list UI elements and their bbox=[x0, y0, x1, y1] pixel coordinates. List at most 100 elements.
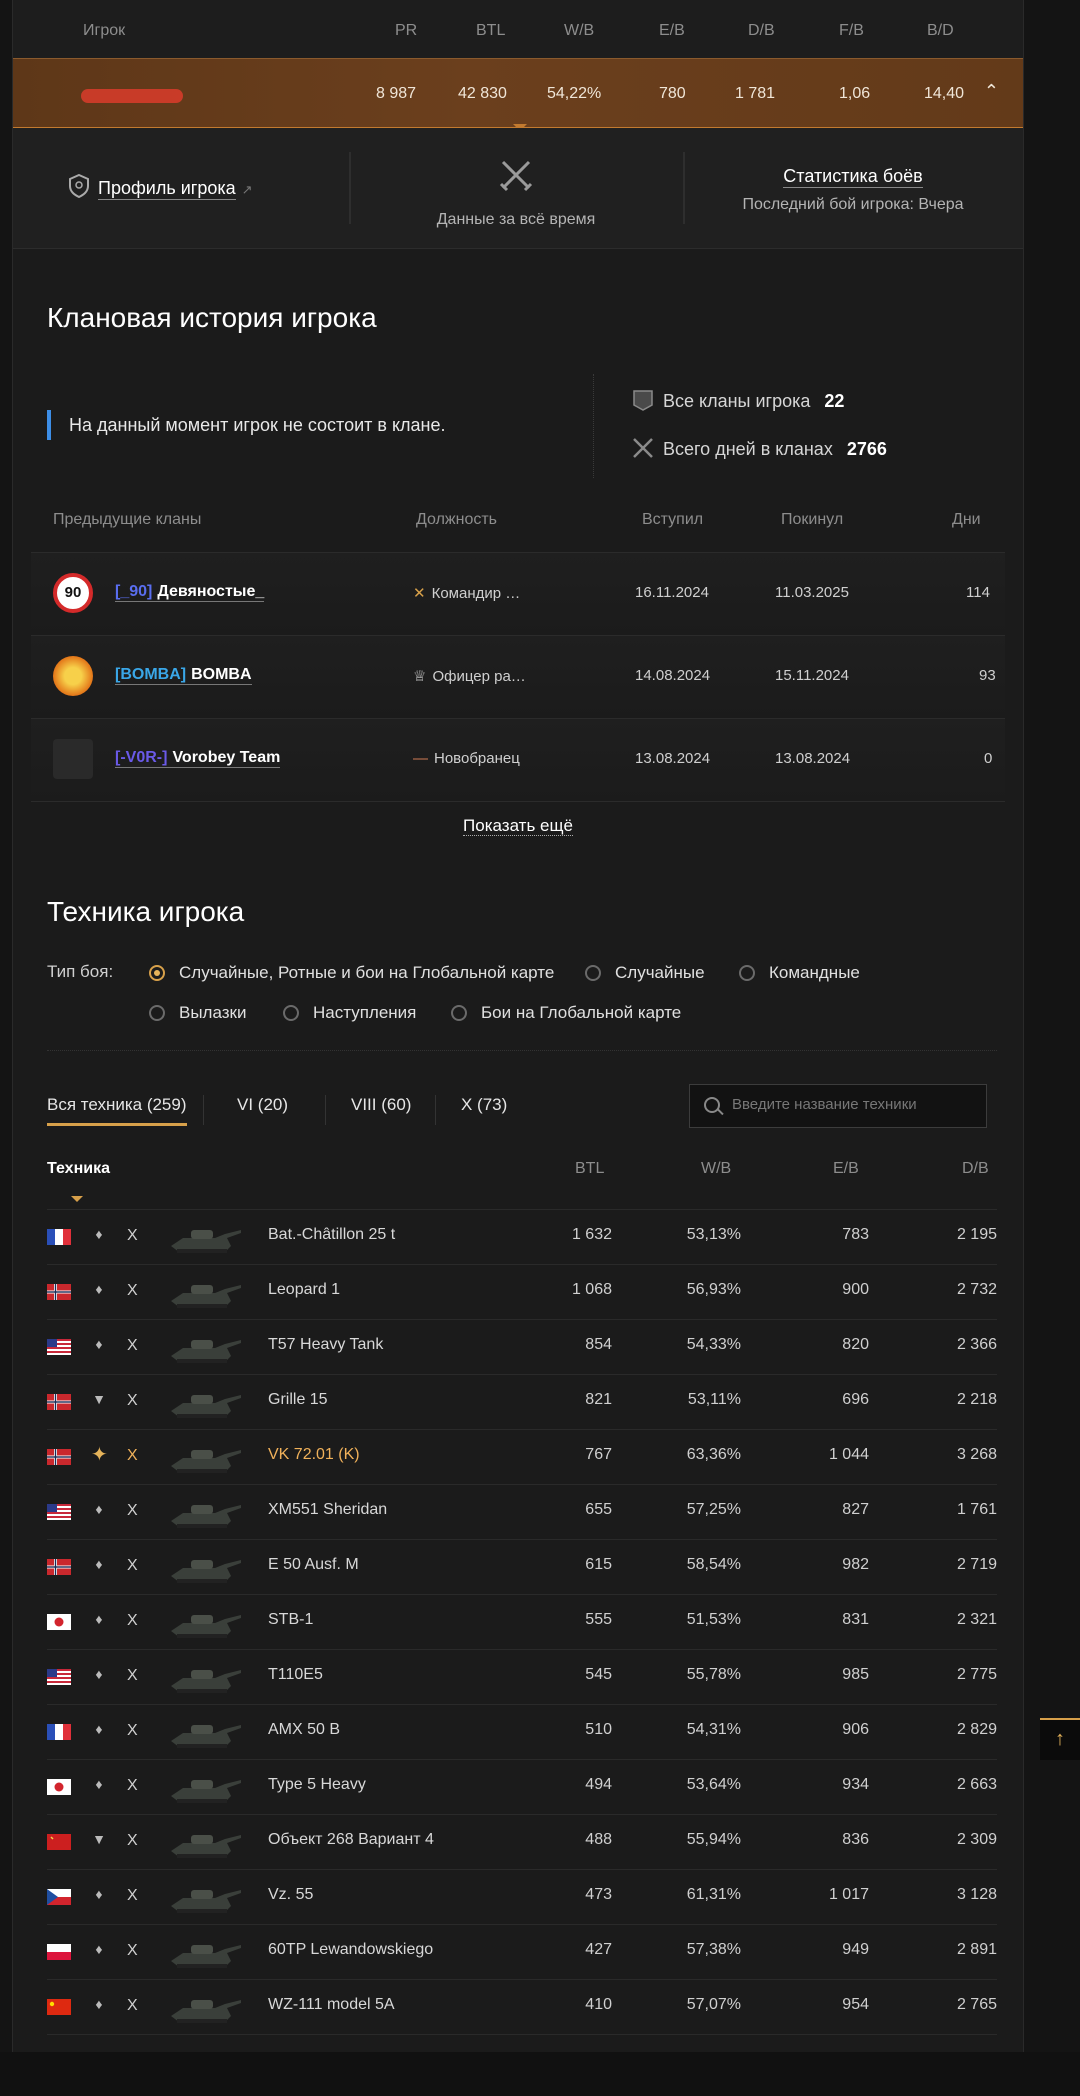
vehicle-name[interactable]: E 50 Ausf. M bbox=[268, 1556, 359, 1574]
tank-image bbox=[171, 1505, 241, 1528]
vehicle-search[interactable] bbox=[689, 1084, 987, 1128]
vehicle-name[interactable]: Grille 15 bbox=[268, 1391, 328, 1409]
vehicle-row[interactable]: ♦ X T57 Heavy Tank 854 54,33% 820 2 366 bbox=[47, 1319, 997, 1374]
col-pr[interactable]: PR bbox=[395, 22, 417, 40]
vehicle-class-icon: ♦ bbox=[95, 1721, 103, 1737]
vehicle-eb: 696 bbox=[842, 1391, 869, 1408]
col-days: Дни bbox=[952, 511, 981, 528]
vehicle-row[interactable]: ♦ X Leopard 1 1 068 56,93% 900 2 732 bbox=[47, 1264, 997, 1319]
nation-flag-icon bbox=[47, 1779, 71, 1795]
vehicle-db: 2 218 bbox=[956, 1391, 997, 1408]
vehicle-eb: 934 bbox=[842, 1776, 869, 1793]
radio-offensives[interactable]: Наступления bbox=[283, 1003, 416, 1023]
vehicle-row[interactable]: ♦ X STB-1 555 51,53% 831 2 321 bbox=[47, 1594, 997, 1649]
col-left: Покинул bbox=[781, 511, 844, 528]
show-more-button[interactable]: Показать ещё bbox=[13, 816, 1023, 836]
clan-name-link[interactable]: [BOMBA] BOMBA bbox=[115, 666, 252, 685]
tab-all-vehicles[interactable]: Вся техника (259) bbox=[47, 1095, 187, 1126]
vehicle-row[interactable]: ♦ X AMX 50 B 510 54,31% 906 2 829 bbox=[47, 1704, 997, 1759]
tank-image bbox=[171, 1890, 241, 1913]
profile-link-label[interactable]: Профиль игрока bbox=[98, 178, 236, 200]
radio-random[interactable]: Случайные bbox=[585, 963, 705, 983]
vehicle-class-icon: ♦ bbox=[95, 1666, 103, 1682]
vehicle-tier: X bbox=[127, 1227, 138, 1244]
vehicle-row[interactable]: ♦ X XM551 Sheridan 655 57,25% 827 1 761 bbox=[47, 1484, 997, 1539]
clan-row[interactable]: [BOMBA] BOMBA ♕ Офицер ра… 14.08.2024 15.1… bbox=[31, 635, 1005, 718]
vehicle-name[interactable]: VK 72.01 (K) bbox=[268, 1446, 360, 1464]
days-value: 93 bbox=[979, 667, 996, 684]
vehicle-name[interactable]: Bat.-Châtillon 25 t bbox=[268, 1226, 395, 1244]
vehicle-row[interactable]: ♦ X T110E5 545 55,78% 985 2 775 bbox=[47, 1649, 997, 1704]
col-db[interactable]: D/B bbox=[748, 22, 775, 40]
scroll-to-top-button[interactable]: ↑ bbox=[1040, 1718, 1080, 1760]
left-date: 11.03.2025 bbox=[775, 584, 849, 601]
player-info-bar: Профиль игрока ↗ Данные за всё время Стат… bbox=[13, 128, 1023, 249]
vehicle-eb: 900 bbox=[842, 1281, 869, 1298]
tank-image bbox=[171, 1450, 241, 1473]
clan-name-link[interactable]: [_90] Девяностые_ bbox=[115, 583, 265, 602]
vehicle-btl: 1 632 bbox=[571, 1226, 612, 1243]
player-stats-row[interactable]: 8 987 42 830 54,22% 780 1 781 1,06 14,40… bbox=[13, 58, 1023, 129]
col-eb[interactable]: E/B bbox=[659, 22, 685, 40]
tab-tier-vi[interactable]: VI (20) bbox=[237, 1095, 288, 1115]
clan-row[interactable]: [-V0R-] Vorobey Team ― Новобранец 13.08.20… bbox=[31, 718, 1005, 801]
vehicle-name[interactable]: Объект 268 Вариант 4 bbox=[268, 1831, 434, 1849]
radio-team[interactable]: Командные bbox=[739, 963, 860, 983]
vehicle-name[interactable]: Leopard 1 bbox=[268, 1281, 340, 1299]
collapse-chevron-icon[interactable]: ⌃ bbox=[984, 81, 999, 102]
col-vehicle-btl[interactable]: BTL bbox=[575, 1160, 604, 1178]
vehicle-tier: X bbox=[127, 1392, 138, 1409]
vehicle-db: 2 309 bbox=[956, 1831, 997, 1848]
vehicle-name[interactable]: Type 5 Heavy bbox=[268, 1776, 366, 1794]
vehicle-db: 2 829 bbox=[956, 1721, 997, 1738]
clan-row[interactable]: 90 [_90] Девяностые_ ✕ Командир … 16.11.20… bbox=[31, 552, 1005, 635]
dotted-divider bbox=[593, 374, 594, 478]
col-bd[interactable]: B/D bbox=[927, 22, 954, 40]
vehicle-eb: 982 bbox=[842, 1556, 869, 1573]
vehicle-btl: 510 bbox=[585, 1721, 612, 1738]
vehicle-row[interactable]: ▼ X Grille 15 821 53,11% 696 2 218 bbox=[47, 1374, 997, 1429]
col-vehicle-eb[interactable]: E/B bbox=[833, 1160, 859, 1178]
clan-name-link[interactable]: [-V0R-] Vorobey Team bbox=[115, 749, 281, 768]
vehicle-class-icon: ♦ bbox=[95, 1336, 103, 1352]
col-vehicle-db[interactable]: D/B bbox=[962, 1160, 989, 1178]
col-wb[interactable]: W/B bbox=[564, 22, 594, 40]
crossed-swords-icon bbox=[633, 438, 653, 458]
vehicle-row[interactable]: ♦ X E 50 Ausf. M 615 58,54% 982 2 719 bbox=[47, 1539, 997, 1594]
vehicle-tier: X bbox=[127, 1887, 138, 1904]
vehicle-name[interactable]: AMX 50 B bbox=[268, 1721, 340, 1739]
tab-tier-viii[interactable]: VIII (60) bbox=[351, 1095, 411, 1115]
nation-flag-icon bbox=[47, 1944, 71, 1960]
vehicle-row[interactable]: ♦ X Bat.-Châtillon 25 t 1 632 53,13% 783 2 195 bbox=[47, 1209, 997, 1264]
vehicle-row[interactable]: ♦ X Type 5 Heavy 494 53,64% 934 2 663 bbox=[47, 1759, 997, 1814]
vehicle-wb: 56,93% bbox=[686, 1281, 741, 1298]
vehicle-row[interactable]: ✦ X VK 72.01 (K) 767 63,36% 1 044 3 268 bbox=[47, 1429, 997, 1484]
tank-image bbox=[171, 2000, 241, 2023]
radio-sorties[interactable]: Вылазки bbox=[149, 1003, 246, 1023]
vehicle-eb: 985 bbox=[842, 1666, 869, 1683]
radio-random-company-gm[interactable]: Случайные, Ротные и бои на Глобальной ка… bbox=[149, 963, 554, 983]
tab-tier-x[interactable]: X (73) bbox=[461, 1095, 507, 1115]
profile-link[interactable]: Профиль игрока ↗ bbox=[69, 174, 253, 200]
vehicle-name[interactable]: 60TP Lewandowskiego bbox=[268, 1941, 433, 1959]
crossed-swords-icon bbox=[499, 160, 533, 192]
vehicle-name[interactable]: T110E5 bbox=[268, 1666, 323, 1684]
radio-global-map[interactable]: Бои на Глобальной карте bbox=[451, 1003, 681, 1023]
vehicle-search-input[interactable] bbox=[730, 1095, 974, 1114]
vehicle-name[interactable]: XM551 Sheridan bbox=[268, 1501, 387, 1519]
vehicle-btl: 767 bbox=[585, 1446, 612, 1463]
col-vehicle-wb[interactable]: W/B bbox=[701, 1160, 731, 1178]
vehicle-name[interactable]: Vz. 55 bbox=[268, 1886, 313, 1904]
vehicle-name[interactable]: WZ-111 model 5A bbox=[268, 1996, 395, 2014]
vehicle-name[interactable]: STB-1 bbox=[268, 1611, 313, 1629]
col-fb[interactable]: F/B bbox=[839, 22, 864, 40]
vehicle-row[interactable]: ♦ X 60TP Lewandowskiego 427 57,38% 949 2 891 bbox=[47, 1924, 997, 1979]
vehicle-row[interactable]: ♦ X WZ-111 model 5A 410 57,07% 954 2 765 bbox=[47, 1979, 997, 2034]
col-vehicle[interactable]: Техника bbox=[47, 1160, 110, 1178]
player-wb: 54,22% bbox=[547, 85, 602, 102]
battle-stats-link[interactable]: Статистика боёв bbox=[783, 166, 923, 188]
vehicle-row[interactable]: ▼ X Объект 268 Вариант 4 488 55,94% 836 2 309 bbox=[47, 1814, 997, 1869]
vehicle-row[interactable]: ♦ X Vz. 55 473 61,31% 1 017 3 128 bbox=[47, 1869, 997, 1924]
vehicle-name[interactable]: T57 Heavy Tank bbox=[268, 1336, 383, 1354]
col-btl[interactable]: BTL bbox=[476, 22, 505, 40]
